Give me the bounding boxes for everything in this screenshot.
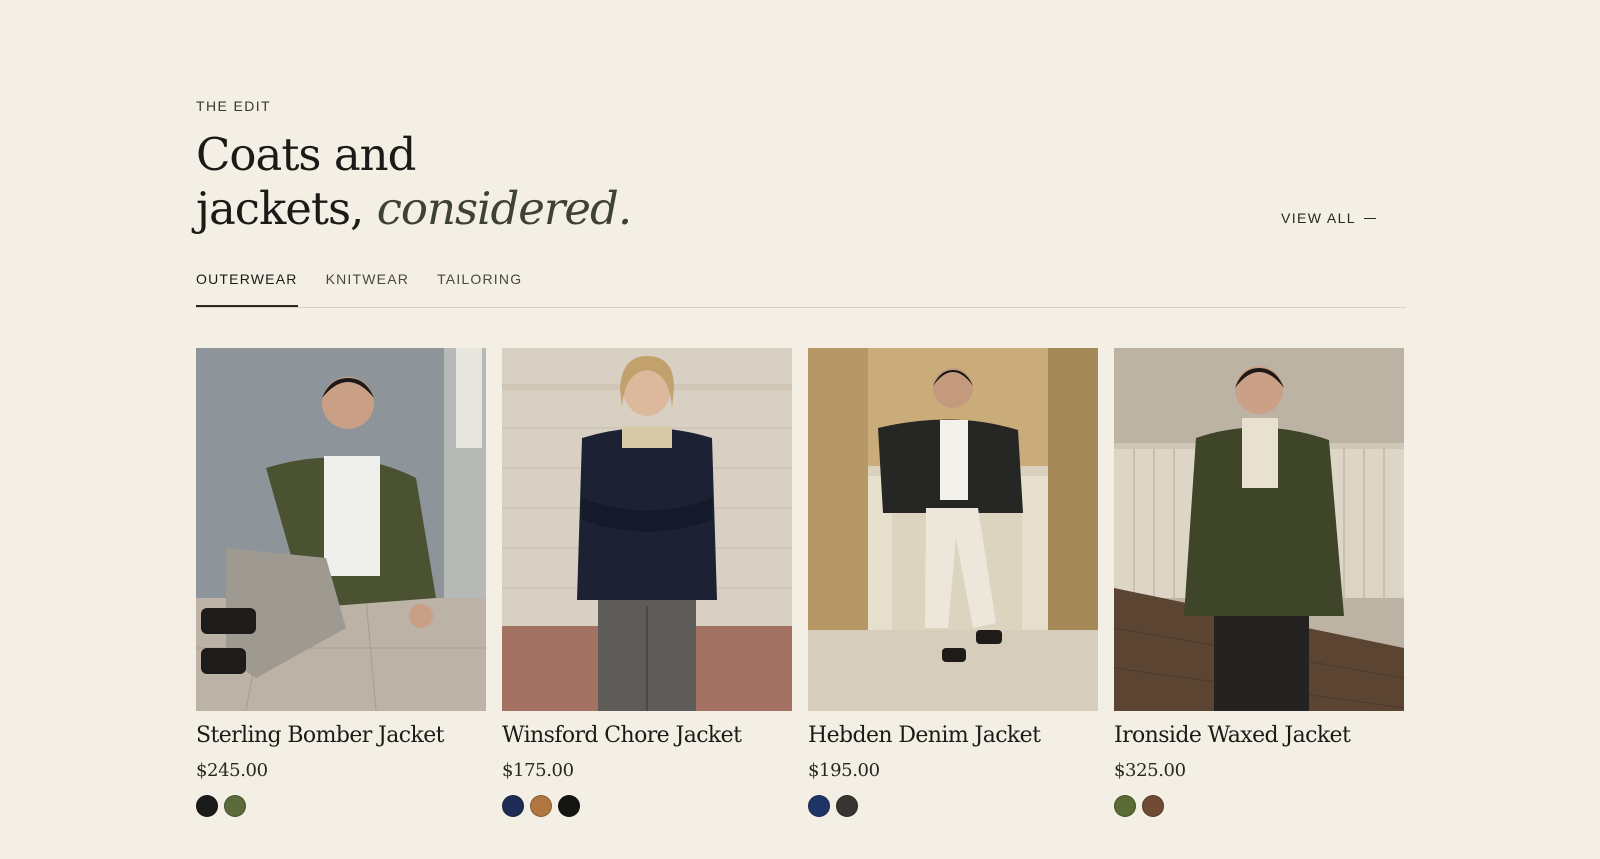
product-card: Ironside Waxed Jacket $325.00 (1114, 348, 1404, 817)
color-swatch[interactable] (224, 795, 246, 817)
color-swatch[interactable] (530, 795, 552, 817)
view-all-link[interactable]: VIEW ALL (1281, 210, 1376, 226)
product-card: Winsford Chore Jacket $175.00 (502, 348, 792, 817)
color-swatches (502, 795, 792, 817)
product-image[interactable] (502, 348, 792, 711)
product-price: $325.00 (1114, 760, 1186, 781)
section-headline: Coats and jackets, considered. (196, 128, 632, 236)
color-swatches (196, 795, 486, 817)
color-swatch[interactable] (808, 795, 830, 817)
product-card: Hebden Denim Jacket $195.00 (808, 348, 1098, 817)
product-price: $245.00 (196, 760, 268, 781)
product-card: Sterling Bomber Jacket $245.00 (196, 348, 486, 817)
color-swatch[interactable] (502, 795, 524, 817)
product-image[interactable] (196, 348, 486, 711)
product-photo-sterling (196, 348, 486, 711)
tab-knitwear[interactable]: KNITWEAR (326, 268, 410, 307)
collection-section: THE EDIT Coats and jackets, considered. … (196, 0, 1406, 859)
product-name[interactable]: Winsford Chore Jacket (502, 723, 792, 748)
color-swatches (808, 795, 1098, 817)
product-name[interactable]: Hebden Denim Jacket (808, 723, 1098, 748)
color-swatch[interactable] (196, 795, 218, 817)
dash-icon (1364, 217, 1376, 219)
category-tabs: OUTERWEAR KNITWEAR TAILORING (196, 268, 1406, 308)
product-photo-ironside (1114, 348, 1404, 711)
product-name[interactable]: Ironside Waxed Jacket (1114, 723, 1404, 748)
color-swatches (1114, 795, 1404, 817)
tab-tailoring[interactable]: TAILORING (437, 268, 522, 307)
view-all-label: VIEW ALL (1280, 210, 1356, 226)
product-photo-winsford (502, 348, 792, 711)
color-swatch[interactable] (558, 795, 580, 817)
headline-accent: considered. (376, 182, 632, 235)
product-grid: Sterling Bomber Jacket $245.00 Winsford … (196, 348, 1404, 817)
product-photo-hebden (808, 348, 1098, 711)
headline-line-2: jackets, (196, 182, 364, 235)
headline-line-1: Coats and (196, 128, 416, 181)
product-price: $195.00 (808, 760, 880, 781)
color-swatch[interactable] (1114, 795, 1136, 817)
section-eyebrow: THE EDIT (196, 98, 271, 114)
color-swatch[interactable] (836, 795, 858, 817)
product-name[interactable]: Sterling Bomber Jacket (196, 723, 486, 748)
product-image[interactable] (808, 348, 1098, 711)
product-image[interactable] (1114, 348, 1404, 711)
product-price: $175.00 (502, 760, 574, 781)
color-swatch[interactable] (1142, 795, 1164, 817)
tab-outerwear[interactable]: OUTERWEAR (196, 268, 298, 307)
